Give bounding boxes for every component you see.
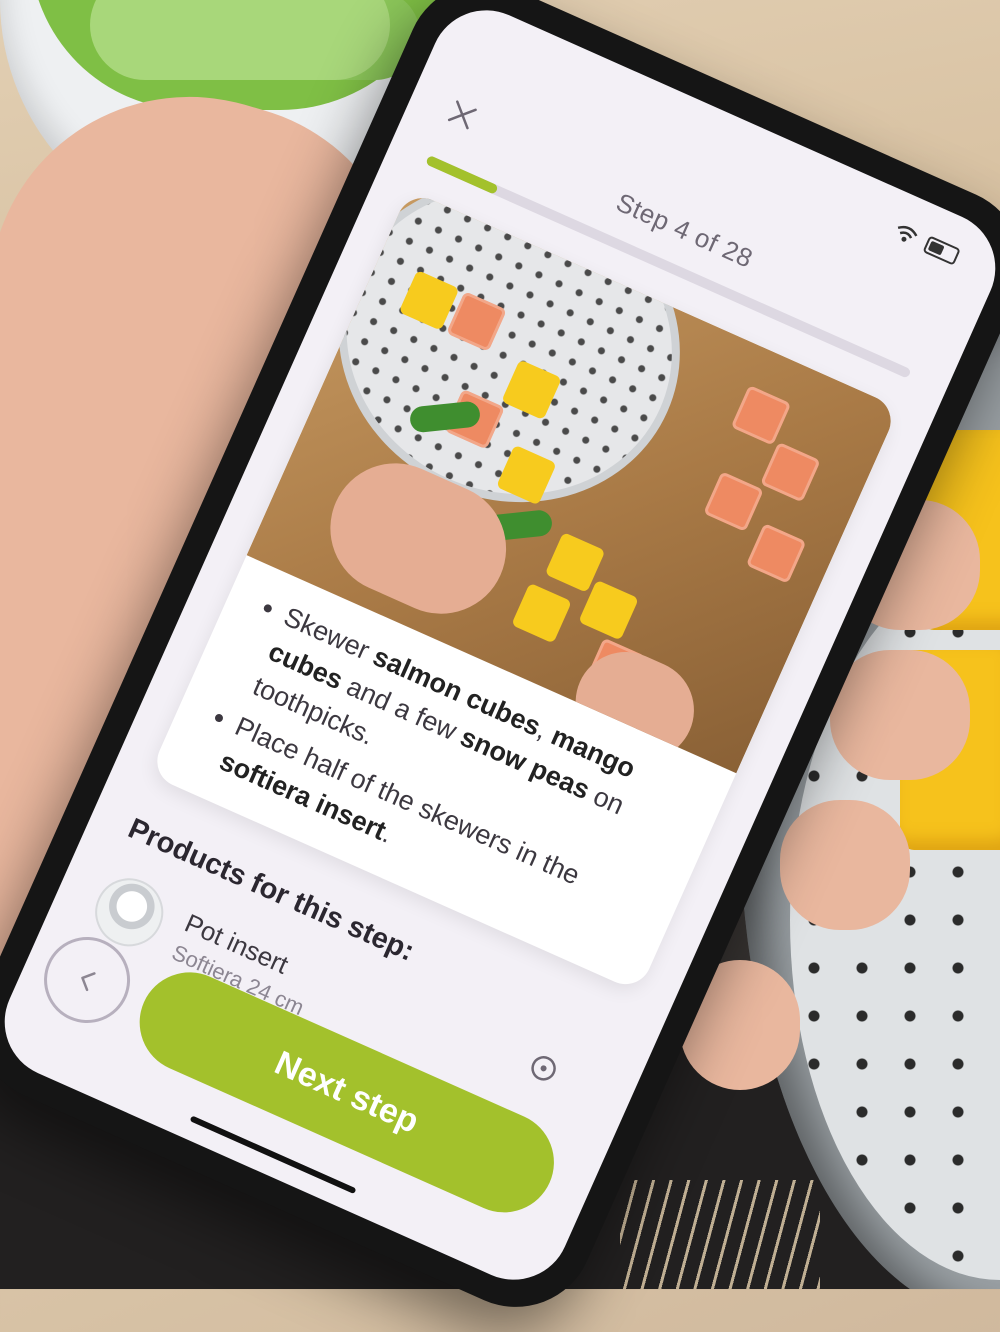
finger: [780, 800, 910, 930]
salmon-cube: [745, 523, 807, 584]
toothpicks: [620, 1180, 820, 1289]
battery-icon: [922, 235, 961, 266]
salmon-cube: [760, 441, 821, 503]
wifi-icon: [897, 225, 918, 242]
chevron-left-icon: [81, 972, 96, 992]
snow-peas: [90, 0, 390, 80]
zoom-icon: [531, 1056, 556, 1081]
finger: [830, 650, 970, 780]
salmon-cube: [730, 384, 792, 446]
progress-fill: [425, 154, 499, 195]
mango-cube: [511, 582, 572, 644]
salmon-cube: [703, 471, 764, 532]
back-button[interactable]: [30, 923, 144, 1037]
status-bar: [891, 222, 961, 266]
zoom-button[interactable]: [520, 1045, 568, 1093]
